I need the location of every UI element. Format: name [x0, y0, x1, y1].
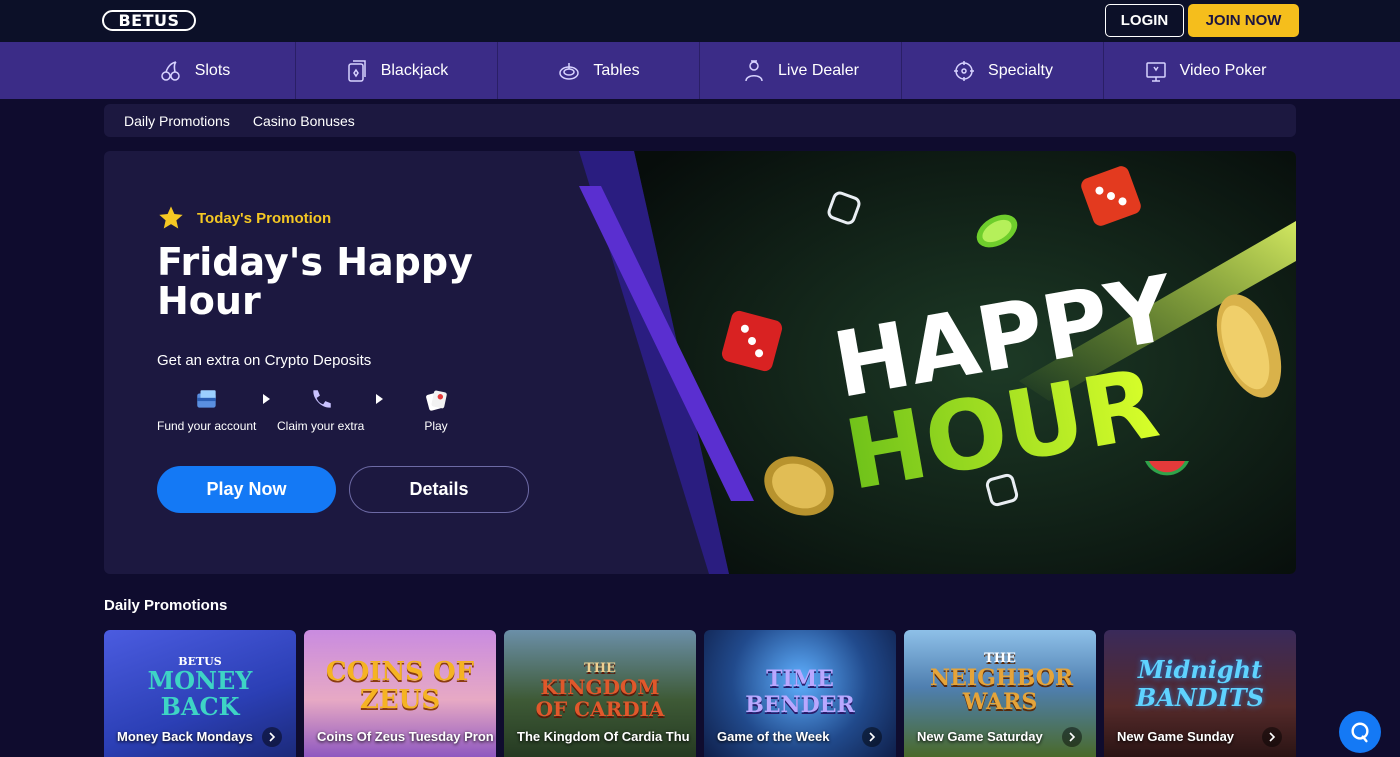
card-logo: Midnight BANDITS: [1104, 656, 1296, 712]
promo-card-time-bender[interactable]: TIME BENDER Game of the Week: [704, 630, 896, 757]
subnav-casino-bonuses[interactable]: Casino Bonuses: [253, 113, 355, 129]
promotions-subnav: Daily Promotions Casino Bonuses: [104, 104, 1296, 137]
star-icon: [159, 206, 183, 229]
top-bar: BETUS LOGIN JOIN NOW: [0, 0, 1400, 42]
nav-item-slots[interactable]: Slots: [94, 42, 296, 99]
hero-banner: HAPPY HOUR Today's Promotion Friday's Ha…: [104, 151, 1296, 574]
daily-promotions-title: Daily Promotions: [104, 597, 228, 614]
card-label: New Game Saturday: [917, 729, 1043, 744]
card-logo-text: KINGDOM OF CARDIA: [535, 675, 665, 721]
step-label: Fund your account: [157, 419, 257, 433]
step-claim-extra: Claim your extra: [277, 387, 364, 433]
nav-item-specialty[interactable]: Specialty: [902, 42, 1104, 99]
todays-promotion-tag: Today's Promotion: [157, 204, 331, 232]
play-now-button[interactable]: Play Now: [157, 466, 336, 513]
nav-item-live-dealer[interactable]: Live Dealer: [700, 42, 902, 99]
chat-bubble-icon: [1351, 722, 1369, 743]
step-play: Play: [423, 387, 449, 433]
card-logo: TIME BENDER: [704, 666, 896, 718]
login-button[interactable]: LOGIN: [1105, 4, 1184, 37]
nav-item-video-poker[interactable]: Video Poker: [1104, 42, 1306, 99]
chevron-right-icon[interactable]: [1262, 727, 1282, 747]
card-logo-text: Midnight BANDITS: [1135, 655, 1265, 712]
promo-tag-label: Today's Promotion: [197, 209, 332, 227]
card-logo-top: THE: [584, 661, 616, 676]
step-arrow-icon: [263, 394, 270, 404]
playing-cards-icon: [426, 390, 447, 411]
wheel-icon: [952, 59, 976, 83]
nav-label: Blackjack: [380, 61, 449, 79]
promo-card-coins-of-zeus[interactable]: COINS OF ZEUS Coins Of Zeus Tuesday Pron: [304, 630, 496, 757]
step-label: Play: [424, 419, 448, 433]
betus-logo[interactable]: BETUS: [102, 10, 196, 31]
promo-card-midnight-bandits[interactable]: Midnight BANDITS New Game Sunday: [1104, 630, 1296, 757]
cherries-icon: [159, 59, 183, 83]
phone-icon: [313, 390, 331, 408]
card-logo-text: COINS OF ZEUS: [325, 657, 475, 715]
wallet-icon: [196, 390, 216, 408]
cards-icon: [345, 59, 369, 83]
promo-steps: Fund your account Claim your extra Play: [157, 387, 457, 442]
hero-title: Friday's Happy Hour: [157, 240, 473, 323]
card-logo: BETUS MONEY BACK: [104, 656, 296, 720]
card-logo-text: TIME BENDER: [745, 666, 855, 718]
join-now-button[interactable]: JOIN NOW: [1188, 4, 1299, 37]
card-label: Game of the Week: [717, 729, 830, 744]
card-label: Coins Of Zeus Tuesday Pron: [317, 729, 494, 744]
dealer-icon: [742, 59, 766, 83]
details-button[interactable]: Details: [349, 466, 529, 513]
nav-item-blackjack[interactable]: Blackjack: [296, 42, 498, 99]
hero-subtitle: Get an extra on Crypto Deposits: [157, 352, 372, 369]
nav-label: Slots: [194, 61, 231, 79]
happy-hour-artwork: HAPPY HOUR: [579, 151, 1296, 574]
promo-card-kingdom-of-cardia[interactable]: THE KINGDOM OF CARDIA The Kingdom Of Car…: [504, 630, 696, 757]
nav-label: Live Dealer: [778, 61, 859, 79]
nav-label: Video Poker: [1179, 61, 1267, 79]
card-logo-text: NEIGHBOR WARS: [930, 665, 1074, 715]
step-arrow-icon: [376, 394, 383, 404]
card-label: The Kingdom Of Cardia Thu: [517, 729, 690, 744]
step-fund-account: Fund your account: [157, 387, 256, 433]
card-logo-top: THE: [984, 651, 1016, 666]
chat-support-button[interactable]: [1339, 711, 1381, 753]
card-logo: COINS OF ZEUS: [304, 658, 496, 714]
logo-text: BETUS: [118, 11, 180, 30]
chevron-right-icon[interactable]: [1062, 727, 1082, 747]
roulette-icon: [557, 59, 581, 83]
nav-item-tables[interactable]: Tables: [498, 42, 700, 99]
subnav-daily-promotions[interactable]: Daily Promotions: [124, 113, 230, 129]
chevron-right-icon[interactable]: [262, 727, 282, 747]
nav-label: Specialty: [988, 61, 1053, 79]
card-logo: THE KINGDOM OF CARDIA: [504, 661, 696, 721]
chevron-right-icon[interactable]: [862, 727, 882, 747]
promo-card-neighbor-wars[interactable]: THE NEIGHBOR WARS New Game Saturday: [904, 630, 1096, 757]
promo-card-money-back[interactable]: BETUS MONEY BACK Money Back Mondays: [104, 630, 296, 757]
card-logo: THE NEIGHBOR WARS: [904, 651, 1096, 715]
card-label: Money Back Mondays: [117, 729, 253, 744]
poker-icon: [1144, 59, 1168, 83]
daily-promotions-carousel: BETUS MONEY BACK Money Back Mondays COIN…: [104, 630, 1296, 757]
category-nav: Slots Blackjack Tables Live Dealer Speci…: [0, 42, 1400, 99]
nav-label: Tables: [593, 61, 640, 79]
step-label: Claim your extra: [277, 419, 365, 433]
card-logo-text: MONEY BACK: [147, 666, 253, 721]
card-label: New Game Sunday: [1117, 729, 1235, 744]
